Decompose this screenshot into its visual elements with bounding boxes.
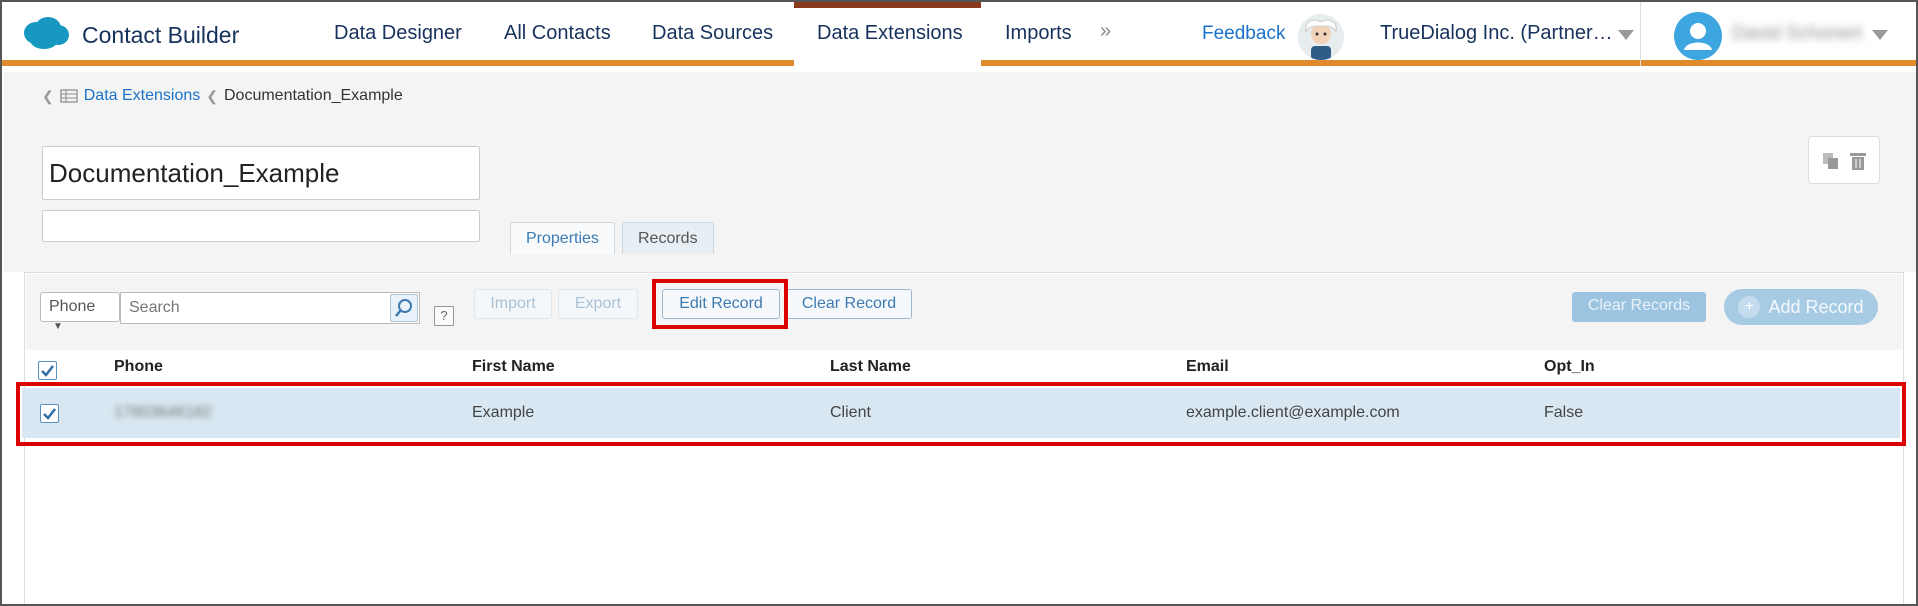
extension-name-input[interactable] — [42, 146, 480, 200]
column-header-last-name[interactable]: Last Name — [830, 358, 911, 376]
user-name[interactable]: David Schonert — [1732, 23, 1862, 45]
edit-record-highlight — [652, 279, 788, 329]
import-button[interactable]: Import — [474, 289, 552, 319]
row-highlight — [16, 382, 1906, 446]
clear-records-button[interactable]: Clear Records — [1572, 292, 1706, 322]
search-icon — [395, 299, 412, 317]
feedback-link[interactable]: Feedback — [1202, 23, 1285, 45]
add-record-button[interactable]: + Add Record — [1724, 289, 1878, 325]
extension-actions — [1808, 136, 1880, 184]
tab-records[interactable]: Records — [622, 222, 714, 254]
nav-imports[interactable]: Imports — [1005, 22, 1072, 45]
column-header-first-name[interactable]: First Name — [472, 358, 555, 376]
copy-icon[interactable] — [1821, 151, 1841, 171]
extension-description-input[interactable] — [42, 210, 480, 242]
search-field-select-value: Phone — [49, 298, 96, 315]
help-button[interactable]: ? — [434, 306, 454, 326]
breadcrumb: ❮ Data Extensions ❮ Documentation_Exampl… — [42, 87, 403, 105]
column-header-opt-in[interactable]: Opt_In — [1544, 358, 1595, 376]
nav-more-icon[interactable]: » — [1100, 20, 1111, 43]
search-field-select[interactable]: Phone ▼ — [40, 292, 120, 332]
nav-all-contacts[interactable]: All Contacts — [504, 22, 611, 45]
app-title: Contact Builder — [82, 22, 240, 48]
column-header-phone[interactable]: Phone — [114, 358, 163, 376]
breadcrumb-data-extensions[interactable]: Data Extensions — [84, 87, 201, 105]
records-table-header: Phone First Name Last Name Email Opt_In — [26, 352, 1902, 382]
app-window: Contact Builder Data Designer All Contac… — [0, 0, 1918, 606]
header-divider — [1640, 2, 1641, 66]
user-avatar-icon[interactable] — [1674, 12, 1722, 60]
chevron-left-icon: ❮ — [42, 87, 54, 104]
nav-data-sources[interactable]: Data Sources — [652, 22, 773, 45]
select-all-checkbox[interactable] — [38, 361, 57, 380]
table-icon — [60, 89, 78, 103]
caret-down-icon: ▼ — [53, 321, 63, 332]
export-button[interactable]: Export — [558, 289, 638, 319]
nav-data-extensions[interactable]: Data Extensions — [817, 22, 963, 45]
add-record-label: Add Record — [1768, 297, 1864, 317]
checkmark-icon — [41, 365, 54, 377]
einstein-avatar-icon[interactable] — [1298, 14, 1344, 60]
clear-record-button[interactable]: Clear Record — [786, 289, 912, 319]
column-header-email[interactable]: Email — [1186, 358, 1229, 376]
breadcrumb-current: Documentation_Example — [223, 87, 403, 104]
search-button[interactable] — [390, 294, 418, 322]
account-chevron-down-icon[interactable] — [1618, 30, 1634, 40]
top-nav-bar: Contact Builder Data Designer All Contac… — [2, 2, 1916, 72]
trash-icon[interactable] — [1849, 151, 1867, 171]
nav-data-designer[interactable]: Data Designer — [334, 22, 462, 45]
salesforce-cloud-icon — [24, 17, 69, 49]
account-switcher[interactable]: TrueDialog Inc. (Partner… — [1380, 22, 1613, 45]
tab-properties[interactable]: Properties — [510, 222, 615, 254]
plus-icon: + — [1738, 296, 1761, 318]
search-input[interactable] — [120, 292, 420, 324]
chevron-left-icon: ❮ — [206, 87, 218, 104]
user-chevron-down-icon[interactable] — [1872, 30, 1888, 40]
